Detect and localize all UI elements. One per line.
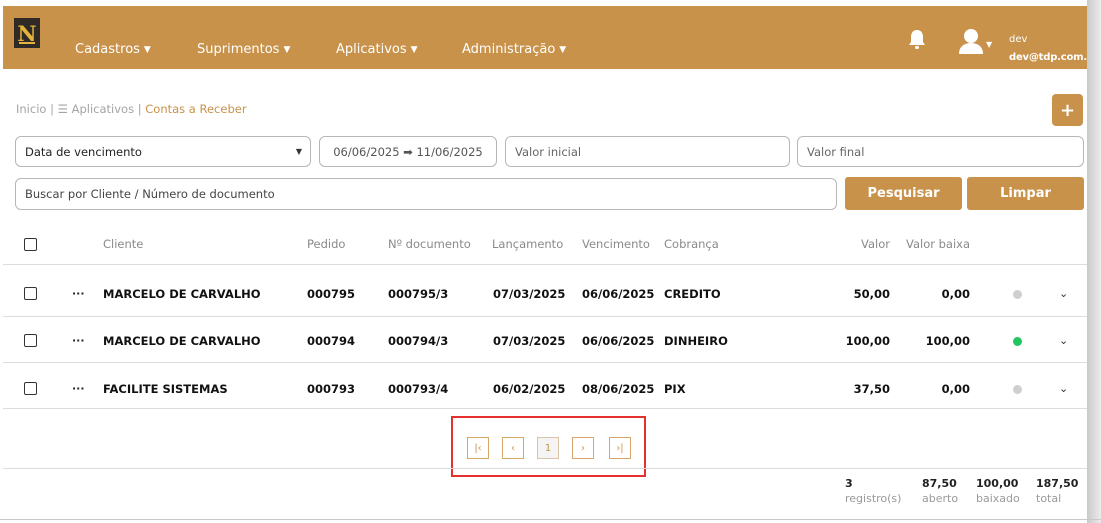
breadcrumb-current: Contas a Receber	[145, 102, 247, 116]
cell-lancamento: 07/03/2025	[493, 334, 566, 348]
chevron-down-icon: ▼	[295, 147, 302, 156]
page-scroll-edge	[1087, 0, 1101, 523]
totals-baixado: 100,00 baixado	[976, 477, 1020, 505]
row-checkbox[interactable]	[24, 287, 37, 300]
cell-cliente: FACILITE SISTEMAS	[103, 382, 228, 396]
cell-cobranca: CREDITO	[664, 287, 721, 301]
menu-administracao[interactable]: Administração ▼	[462, 42, 566, 57]
cell-valor-baixa: 100,00	[925, 334, 970, 348]
user-avatar-icon[interactable]	[957, 28, 985, 54]
cell-valor-baixa: 0,00	[941, 287, 970, 301]
header-cliente[interactable]: Cliente	[103, 237, 143, 251]
expand-row-icon[interactable]: ⌄	[1059, 334, 1068, 347]
caret-down-icon: ▼	[410, 45, 418, 55]
date-range-field[interactable]: 06/06/2025 ➡ 11/06/2025	[319, 136, 497, 167]
top-navbar: N Cadastros ▼ Suprimentos ▼ Aplicativos ▼ A…	[3, 6, 1099, 69]
status-dot	[1013, 337, 1022, 346]
clear-button[interactable]: Limpar	[967, 177, 1084, 210]
row-checkbox[interactable]	[24, 382, 37, 395]
header-lancamento[interactable]: Lançamento	[492, 237, 563, 251]
menu-cadastros[interactable]: Cadastros ▼	[75, 42, 151, 57]
valor-inicial-input[interactable]: Valor inicial	[505, 136, 790, 167]
row-actions-icon[interactable]: ···	[72, 287, 85, 300]
cell-cobranca: PIX	[664, 382, 686, 396]
caret-down-icon: ▼	[143, 45, 151, 55]
cell-cliente: MARCELO DE CARVALHO	[103, 334, 261, 348]
row-actions-icon[interactable]: ···	[72, 382, 85, 395]
cell-documento: 000793/4	[388, 382, 449, 396]
cell-pedido: 000795	[307, 287, 356, 301]
cell-vencimento: 06/06/2025	[582, 287, 655, 301]
cell-documento: 000794/3	[388, 334, 449, 348]
cell-valor: 37,50	[853, 382, 890, 396]
expand-row-icon[interactable]: ⌄	[1059, 382, 1068, 395]
search-button[interactable]: Pesquisar	[845, 177, 962, 210]
date-type-select[interactable]: Data de vencimento ▼	[15, 136, 311, 167]
select-all-checkbox[interactable]	[24, 238, 37, 251]
list-icon: ☰	[57, 102, 68, 116]
bell-icon[interactable]	[907, 29, 927, 51]
status-dot	[1013, 385, 1022, 394]
menu-suprimentos[interactable]: Suprimentos ▼	[197, 42, 290, 57]
cell-vencimento: 06/06/2025	[582, 334, 655, 348]
cell-lancamento: 07/03/2025	[493, 287, 566, 301]
cell-cobranca: DINHEIRO	[664, 334, 728, 348]
user-name: dev	[1009, 34, 1028, 45]
cell-pedido: 000794	[307, 334, 356, 348]
header-valor[interactable]: Valor	[840, 237, 890, 251]
valor-final-input[interactable]: Valor final	[797, 136, 1084, 167]
cell-vencimento: 08/06/2025	[582, 382, 655, 396]
add-button[interactable]: +	[1052, 94, 1083, 126]
header-documento[interactable]: Nº documento	[388, 237, 471, 251]
search-input[interactable]: Buscar por Cliente / Número de documento	[15, 178, 837, 210]
app-logo[interactable]: N	[14, 18, 40, 48]
caret-down-icon: ▼	[559, 45, 567, 55]
caret-down-icon: ▼	[283, 45, 291, 55]
header-vencimento[interactable]: Vencimento	[582, 237, 650, 251]
logo-text: N	[17, 20, 37, 46]
status-dot	[1013, 290, 1022, 299]
header-cobranca[interactable]: Cobrança	[664, 237, 719, 251]
cell-valor: 50,00	[853, 287, 890, 301]
cell-cliente: MARCELO DE CARVALHO	[103, 287, 261, 301]
cell-valor: 100,00	[845, 334, 890, 348]
header-valor-baixa[interactable]: Valor baixa	[906, 237, 970, 251]
cell-valor-baixa: 0,00	[941, 382, 970, 396]
cell-pedido: 000793	[307, 382, 356, 396]
totals-aberto: 87,50 aberto	[922, 477, 959, 505]
user-menu-caret-icon[interactable]: ▼	[986, 40, 992, 49]
totals-total: 187,50 total	[1036, 477, 1079, 505]
breadcrumb-home[interactable]: Inicio	[16, 102, 46, 116]
totals-registros: 3 registro(s)	[845, 477, 902, 505]
header-pedido[interactable]: Pedido	[307, 237, 345, 251]
menu-aplicativos[interactable]: Aplicativos ▼	[336, 42, 418, 57]
cell-lancamento: 06/02/2025	[493, 382, 566, 396]
cell-documento: 000795/3	[388, 287, 449, 301]
row-checkbox[interactable]	[24, 334, 37, 347]
breadcrumb: Inicio | ☰ Aplicativos | Contas a Recebe…	[16, 102, 247, 116]
expand-row-icon[interactable]: ⌄	[1059, 287, 1068, 300]
row-actions-icon[interactable]: ···	[72, 334, 85, 347]
user-email: dev@tdp.com.br	[1009, 52, 1099, 63]
breadcrumb-aplicativos[interactable]: Aplicativos	[72, 102, 134, 116]
